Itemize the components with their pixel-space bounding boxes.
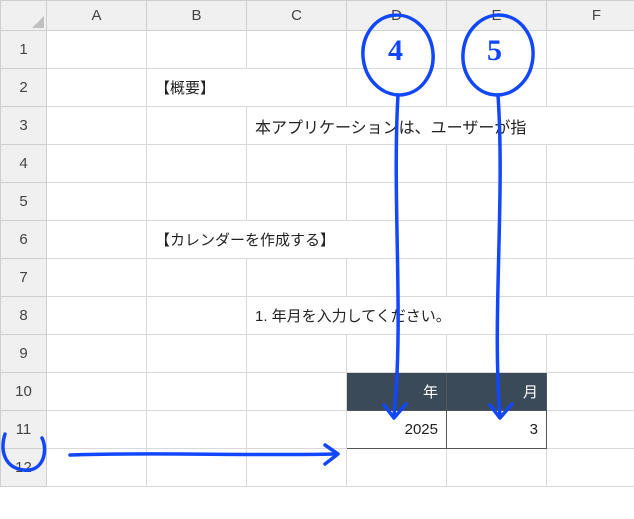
cell-F7[interactable] (547, 259, 634, 297)
row-header-10[interactable]: 10 (1, 373, 47, 411)
cell-B3[interactable] (147, 107, 247, 145)
cell-E2[interactable] (447, 69, 547, 107)
cell-F4[interactable] (547, 145, 634, 183)
cell-A1[interactable] (47, 31, 147, 69)
cell-E12[interactable] (447, 449, 547, 487)
cell-A3[interactable] (47, 107, 147, 145)
cell-A8[interactable] (47, 297, 147, 335)
cell-D4[interactable] (347, 145, 447, 183)
cell-B2[interactable]: 【概要】 (147, 69, 347, 107)
cell-C11[interactable] (247, 411, 347, 449)
spreadsheet-viewport[interactable]: A B C D E F 1 2 【概要】 3 本アプリケーションは、ユーザーが指… (0, 0, 634, 519)
spreadsheet-grid[interactable]: A B C D E F 1 2 【概要】 3 本アプリケーションは、ユーザーが指… (0, 0, 634, 487)
cell-F1[interactable] (547, 31, 634, 69)
cell-A11[interactable] (47, 411, 147, 449)
row-header-9[interactable]: 9 (1, 335, 47, 373)
row-header-3[interactable]: 3 (1, 107, 47, 145)
cell-B11[interactable] (147, 411, 247, 449)
cell-C5[interactable] (247, 183, 347, 221)
col-header-C[interactable]: C (247, 1, 347, 31)
cell-F11[interactable] (547, 411, 634, 449)
row-header-8[interactable]: 8 (1, 297, 47, 335)
col-header-F[interactable]: F (547, 1, 634, 31)
cell-C4[interactable] (247, 145, 347, 183)
cell-A6[interactable] (47, 221, 147, 259)
cell-C9[interactable] (247, 335, 347, 373)
cell-F2[interactable] (547, 69, 634, 107)
cell-D12[interactable] (347, 449, 447, 487)
cell-E10-month-header[interactable]: 月 (447, 373, 547, 411)
cell-B9[interactable] (147, 335, 247, 373)
cell-B1[interactable] (147, 31, 247, 69)
row-header-12[interactable]: 12 (1, 449, 47, 487)
cell-A5[interactable] (47, 183, 147, 221)
cell-F12[interactable] (547, 449, 634, 487)
cell-E7[interactable] (447, 259, 547, 297)
cell-B7[interactable] (147, 259, 247, 297)
cell-F10[interactable] (547, 373, 634, 411)
cell-F9[interactable] (547, 335, 634, 373)
cell-C3[interactable]: 本アプリケーションは、ユーザーが指 (247, 107, 634, 145)
cell-C7[interactable] (247, 259, 347, 297)
cell-B10[interactable] (147, 373, 247, 411)
cell-E4[interactable] (447, 145, 547, 183)
cell-D5[interactable] (347, 183, 447, 221)
cell-E5[interactable] (447, 183, 547, 221)
cell-A7[interactable] (47, 259, 147, 297)
row-header-4[interactable]: 4 (1, 145, 47, 183)
col-header-B[interactable]: B (147, 1, 247, 31)
cell-C1[interactable] (247, 31, 347, 69)
cell-D11-year-value[interactable]: 2025 (347, 411, 447, 449)
cell-E9[interactable] (447, 335, 547, 373)
cell-D1[interactable] (347, 31, 447, 69)
col-header-D[interactable]: D (347, 1, 447, 31)
col-header-E[interactable]: E (447, 1, 547, 31)
cell-A4[interactable] (47, 145, 147, 183)
cell-C10[interactable] (247, 373, 347, 411)
col-header-A[interactable]: A (47, 1, 147, 31)
cell-E1[interactable] (447, 31, 547, 69)
cell-D2[interactable] (347, 69, 447, 107)
cell-F6[interactable] (547, 221, 634, 259)
cell-C8[interactable]: 1. 年月を入力してください。 (247, 297, 634, 335)
row-header-6[interactable]: 6 (1, 221, 47, 259)
cell-F5[interactable] (547, 183, 634, 221)
cell-E11-month-value[interactable]: 3 (447, 411, 547, 449)
cell-D9[interactable] (347, 335, 447, 373)
row-header-7[interactable]: 7 (1, 259, 47, 297)
cell-B12[interactable] (147, 449, 247, 487)
row-header-2[interactable]: 2 (1, 69, 47, 107)
cell-A2[interactable] (47, 69, 147, 107)
cell-D10-year-header[interactable]: 年 (347, 373, 447, 411)
cell-A10[interactable] (47, 373, 147, 411)
cell-B8[interactable] (147, 297, 247, 335)
cell-D7[interactable] (347, 259, 447, 297)
cell-B4[interactable] (147, 145, 247, 183)
row-header-5[interactable]: 5 (1, 183, 47, 221)
row-header-11[interactable]: 11 (1, 411, 47, 449)
cell-E6[interactable] (447, 221, 547, 259)
cell-B6[interactable]: 【カレンダーを作成する】 (147, 221, 447, 259)
row-header-1[interactable]: 1 (1, 31, 47, 69)
select-all-corner[interactable] (1, 1, 47, 31)
cell-B5[interactable] (147, 183, 247, 221)
cell-A12[interactable] (47, 449, 147, 487)
cell-A9[interactable] (47, 335, 147, 373)
cell-C12[interactable] (247, 449, 347, 487)
